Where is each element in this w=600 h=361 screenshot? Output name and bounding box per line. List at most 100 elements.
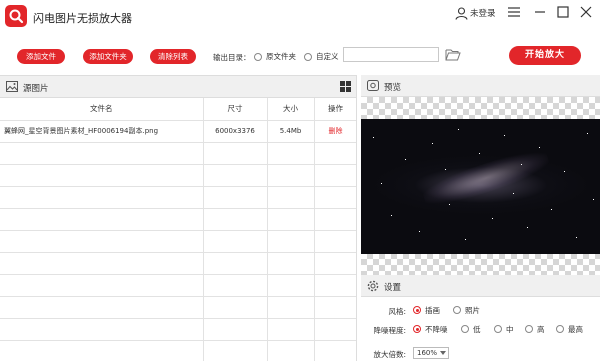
browse-folder-button[interactable]	[445, 48, 461, 61]
star	[593, 199, 594, 200]
grid-view-icon	[346, 81, 351, 86]
hamburger-menu-icon	[508, 7, 520, 17]
star	[465, 239, 466, 240]
empty-row	[0, 186, 356, 209]
denoise-label: 降噪程度:	[373, 326, 406, 335]
empty-row	[0, 274, 356, 297]
style-illustration-radio[interactable]: 插画	[413, 303, 440, 317]
close-button[interactable]	[578, 4, 594, 20]
radio-icon	[453, 306, 461, 314]
grid-view-icon	[340, 87, 345, 92]
style-photo-label: 照片	[465, 305, 480, 315]
denoise-high-radio[interactable]: 高	[525, 322, 545, 336]
file-table: 文件名 尺寸 大小 操作 翼蜂网_星空背景图片素材_HF0006194副本.pn…	[0, 98, 356, 361]
style-label: 风格:	[388, 307, 406, 316]
file-name-cell: 翼蜂网_星空背景图片素材_HF0006194副本.png	[0, 120, 204, 143]
preview-image	[361, 119, 600, 254]
denoise-medium-label: 中	[506, 324, 514, 334]
output-original-folder-radio[interactable]: 原文件夹	[254, 51, 296, 62]
star	[381, 183, 382, 184]
star	[405, 159, 406, 160]
output-path-input[interactable]	[343, 47, 439, 62]
right-panel: 预览 设置 风格: 插画 照片 降噪程度: 不降噪 低 中 高 最高 放大倍数:…	[361, 75, 600, 361]
image-icon	[6, 81, 18, 92]
maximize-button[interactable]	[555, 4, 571, 20]
output-custom-radio[interactable]: 自定义	[304, 51, 339, 62]
delete-link[interactable]: 删除	[314, 120, 356, 143]
radio-icon	[304, 52, 312, 61]
star	[504, 135, 505, 136]
zoom-factor-select[interactable]: 160%	[413, 347, 449, 359]
style-photo-radio[interactable]: 照片	[453, 303, 480, 317]
column-header-filesize: 大小	[267, 98, 315, 121]
column-header-dimensions: 尺寸	[203, 98, 268, 121]
star	[564, 171, 565, 172]
denoise-none-label: 不降噪	[425, 324, 448, 334]
milky-way-band	[419, 144, 553, 212]
clear-list-button[interactable]: 清除列表	[150, 49, 196, 64]
star	[391, 215, 392, 216]
grid-view-icon	[346, 87, 351, 92]
preview-eye-icon	[367, 80, 379, 91]
star	[587, 133, 588, 134]
radio-icon	[494, 325, 502, 333]
star	[432, 143, 433, 144]
star	[445, 169, 446, 170]
settings-panel: 风格: 插画 照片 降噪程度: 不降噪 低 中 高 最高 放大倍数: 160%	[361, 297, 600, 361]
folder-open-icon	[445, 49, 461, 61]
empty-row	[0, 164, 356, 187]
denoise-highest-label: 最高	[568, 324, 583, 334]
star	[539, 147, 540, 148]
star	[527, 227, 528, 228]
star	[419, 231, 420, 232]
column-header-action: 操作	[314, 98, 356, 121]
title-bar: 闪电图片无损放大器 未登录	[0, 0, 600, 34]
denoise-medium-radio[interactable]: 中	[494, 322, 514, 336]
style-illustration-label: 插画	[425, 305, 440, 315]
start-enlarge-button[interactable]: 开始放大	[509, 46, 581, 65]
star	[458, 129, 459, 130]
empty-row	[0, 208, 356, 231]
minimize-button[interactable]	[532, 4, 548, 20]
output-custom-label: 自定义	[316, 52, 339, 61]
source-images-panel: 源图片 文件名 尺寸 大小 操作 翼蜂网_星空背景图片素材_HF0006194副…	[0, 75, 357, 361]
output-original-folder-label: 原文件夹	[266, 52, 296, 61]
app-title: 闪电图片无损放大器	[33, 12, 132, 25]
app-logo	[5, 5, 27, 27]
denoise-none-radio[interactable]: 不降噪	[413, 322, 448, 336]
login-label: 未登录	[470, 9, 496, 19]
source-panel-title: 源图片	[23, 84, 49, 94]
star	[479, 153, 480, 154]
empty-row	[0, 318, 356, 341]
grid-view-button[interactable]	[340, 81, 351, 92]
close-icon	[580, 6, 592, 18]
minimize-icon	[535, 11, 545, 13]
empty-row	[0, 340, 356, 361]
settings-panel-header: 设置	[361, 275, 600, 297]
denoise-low-radio[interactable]: 低	[461, 322, 481, 336]
add-folder-button[interactable]: 添加文件夹	[83, 49, 133, 64]
file-size-cell: 5.4Mb	[267, 120, 315, 143]
zoom-label: 放大倍数:	[373, 350, 406, 359]
star	[492, 218, 493, 219]
user-icon	[455, 6, 468, 20]
source-panel-header: 源图片	[0, 76, 356, 98]
login-button[interactable]: 未登录	[455, 5, 496, 21]
add-file-button[interactable]: 添加文件	[17, 49, 65, 64]
maximize-icon	[557, 6, 569, 18]
empty-row	[0, 252, 356, 275]
radio-icon	[556, 325, 564, 333]
star	[576, 237, 577, 238]
star	[373, 137, 374, 138]
menu-button[interactable]	[506, 4, 522, 20]
radio-icon	[254, 52, 262, 61]
star	[513, 193, 514, 194]
denoise-highest-radio[interactable]: 最高	[556, 322, 583, 336]
output-dir-label: 输出目录：	[213, 53, 251, 62]
table-row[interactable]: 翼蜂网_星空背景图片素材_HF0006194副本.png 6000x3376 5…	[0, 120, 356, 143]
denoise-high-label: 高	[537, 324, 545, 334]
file-dimensions-cell: 6000x3376	[203, 120, 268, 143]
zoom-factor-value: 160%	[417, 349, 438, 357]
preview-area	[361, 97, 600, 275]
grid-view-icon	[340, 81, 345, 86]
